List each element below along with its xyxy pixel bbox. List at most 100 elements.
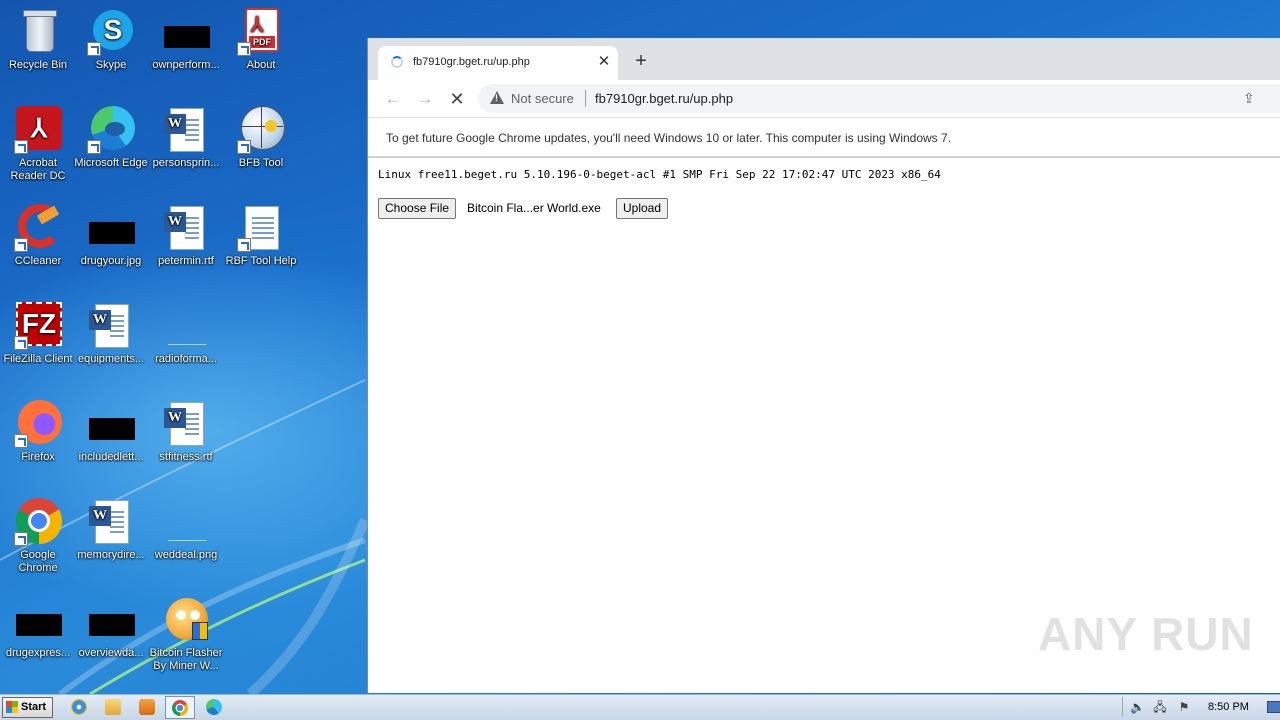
clock[interactable]: 8:50 PM: [1208, 701, 1249, 713]
desktop-icon-label: Acrobat Reader DC: [10, 157, 66, 182]
tab-title: fb7910gr.bget.ru/up.php: [413, 56, 530, 68]
redacted-file-icon: [87, 400, 135, 448]
chrome-window: fb7910gr.bget.ru/up.php ✕ + ← → ✕ Not se…: [367, 38, 1280, 693]
desktop-icon-about[interactable]: ⅄ PDF About: [223, 8, 299, 72]
desktop-icon-memorydire[interactable]: W memorydire...: [73, 498, 149, 562]
url-text[interactable]: fb7910gr.bget.ru/up.php: [595, 91, 733, 106]
desktop-icon-equipments[interactable]: W equipments...: [73, 302, 149, 366]
start-button[interactable]: Start: [2, 697, 53, 718]
desktop-icon-recycle-bin[interactable]: Recycle Bin: [0, 8, 76, 72]
windows-logo-icon: [6, 701, 18, 713]
edge-icon: [87, 106, 135, 154]
desktop-icon-filezilla[interactable]: FZ FileZilla Client: [0, 302, 76, 366]
loading-spinner-icon: [391, 56, 403, 68]
stop-loading-icon[interactable]: ✕: [446, 88, 468, 110]
desktop-icon-weddeal[interactable]: weddeal.png: [148, 498, 224, 562]
word-doc-icon: W: [87, 302, 135, 350]
security-indicator[interactable]: Not secure: [511, 91, 574, 106]
word-doc-icon: W: [162, 106, 210, 154]
desktop-icon-label: weddeal.png: [154, 549, 218, 561]
bitcoin-flasher-icon: [162, 596, 210, 644]
folder-icon: [105, 699, 121, 716]
address-bar[interactable]: Not secure fb7910gr.bget.ru/up.php ⇪: [478, 84, 1280, 113]
browser-tab[interactable]: fb7910gr.bget.ru/up.php ✕: [378, 46, 618, 80]
globe-icon: [237, 106, 285, 154]
desktop-icon-label: RBF Tool Help: [225, 255, 297, 267]
infobar-message: To get future Google Chrome updates, you…: [386, 131, 952, 145]
word-doc-icon: W: [162, 204, 210, 252]
skype-icon: S: [87, 8, 135, 56]
desktop-icon-overviewda[interactable]: overviewda...: [73, 596, 149, 660]
taskbar-explorer-button[interactable]: [98, 696, 128, 719]
omnibox-divider: [585, 90, 586, 107]
taskbar-media-player-button[interactable]: [132, 696, 162, 719]
desktop-icon-google-chrome[interactable]: Google Chrome: [0, 498, 76, 575]
desktop-icon-label: drugyour.jpg: [80, 255, 142, 267]
desktop-icon-label: ownperform...: [152, 59, 220, 71]
desktop-icon-bitcoin-flasher[interactable]: Bitcoin Flasher By Miner W...: [148, 596, 224, 673]
desktop-icon-label: Microsoft Edge: [74, 157, 148, 169]
word-doc-icon: W: [162, 400, 210, 448]
desktop-icon-includedlett[interactable]: includedlett...: [73, 400, 149, 464]
taskbar-ie-button[interactable]: [64, 696, 94, 719]
desktop-icon-skype[interactable]: S Skype: [73, 8, 149, 72]
show-desktop-icon[interactable]: [1266, 698, 1280, 716]
desktop-icon-label: includedlett...: [78, 451, 144, 463]
desktop-icon-drugyour[interactable]: drugyour.jpg: [73, 204, 149, 268]
desktop-icon-label: equipments...: [77, 353, 145, 365]
back-arrow-icon[interactable]: ←: [382, 88, 404, 110]
blank-file-icon: [162, 302, 210, 350]
desktop-icon-ccleaner[interactable]: CCleaner: [0, 204, 76, 268]
redacted-file-icon: [87, 204, 135, 252]
browser-toolbar: ← → ✕ Not secure fb7910gr.bget.ru/up.php…: [368, 80, 1280, 117]
desktop-icon-edge[interactable]: Microsoft Edge: [73, 106, 149, 170]
desktop-icon-rbf-tool-help[interactable]: RBF Tool Help: [223, 204, 299, 268]
taskbar-edge-button[interactable]: [199, 696, 229, 719]
desktop-icon-label: petermin.rtf: [158, 255, 214, 267]
desktop-icon-bfb-tool[interactable]: BFB Tool: [223, 106, 299, 170]
desktop-icon-drugexpres[interactable]: drugexpres...: [0, 596, 76, 660]
desktop-icon-label: BFB Tool: [238, 157, 284, 169]
warning-icon[interactable]: [490, 91, 504, 104]
desktop-icon-label: Recycle Bin: [8, 59, 68, 71]
desktop-icon-label: personsprin...: [152, 157, 220, 169]
page-content: Linux free11.beget.ru 5.10.196-0-beget-a…: [368, 159, 1280, 693]
volume-icon[interactable]: 🔈: [1130, 700, 1145, 714]
acrobat-icon: ⅄: [14, 106, 62, 154]
desktop-icon-firefox[interactable]: Firefox: [0, 400, 76, 464]
desktop-icon-label: CCleaner: [14, 255, 62, 267]
upload-button[interactable]: Upload: [616, 198, 669, 219]
desktop-icon-ownperform[interactable]: ownperform...: [148, 8, 224, 72]
selected-file-name: Bitcoin Fla...er World.exe: [467, 201, 601, 215]
network-icon[interactable]: 🖧: [1153, 700, 1167, 714]
desktop-icon-stfitness[interactable]: W stfitness.rtf: [148, 400, 224, 464]
taskbar-chrome-button[interactable]: [165, 696, 195, 719]
new-tab-icon[interactable]: +: [630, 50, 652, 72]
tab-close-icon[interactable]: ✕: [596, 52, 612, 72]
anyrun-watermark: ANY RUN: [1038, 608, 1254, 660]
desktop-icon-radioforma[interactable]: radioforma...: [148, 302, 224, 366]
desktop-icon-label: radioforma...: [155, 353, 217, 365]
pdf-icon: ⅄ PDF: [237, 8, 285, 56]
action-center-flag-icon[interactable]: ⚑: [1177, 700, 1191, 714]
desktop-icon-label: Bitcoin Flasher By Miner W...: [149, 647, 223, 672]
desktop-icon-personsprin[interactable]: W personsprin...: [148, 106, 224, 170]
chrome-icon: [172, 700, 188, 717]
desktop-icon-label: Skype: [95, 59, 127, 71]
start-label: Start: [21, 701, 47, 713]
chrome-icon: [14, 498, 62, 546]
desktop-icon-label: FileZilla Client: [3, 353, 73, 365]
desktop-icon-label: Firefox: [21, 451, 55, 463]
taskbar: Start 🔈 🖧 ⚑ 8:50 PM: [0, 694, 1280, 720]
edge-icon: [206, 699, 222, 716]
choose-file-button[interactable]: Choose File: [378, 198, 457, 219]
desktop-icon-label: memorydire...: [77, 549, 145, 561]
blank-file-icon: [162, 498, 210, 546]
desktop-icon-acrobat[interactable]: ⅄ Acrobat Reader DC: [0, 106, 76, 183]
redacted-file-icon: [14, 596, 62, 644]
desktop-icon-label: overviewda...: [78, 647, 144, 659]
desktop-icon-petermin[interactable]: W petermin.rtf: [148, 204, 224, 268]
system-tray: 🔈 🖧 ⚑ 8:50 PM: [1122, 695, 1280, 720]
forward-arrow-icon[interactable]: →: [414, 88, 436, 110]
share-icon[interactable]: ⇪: [1243, 90, 1259, 106]
